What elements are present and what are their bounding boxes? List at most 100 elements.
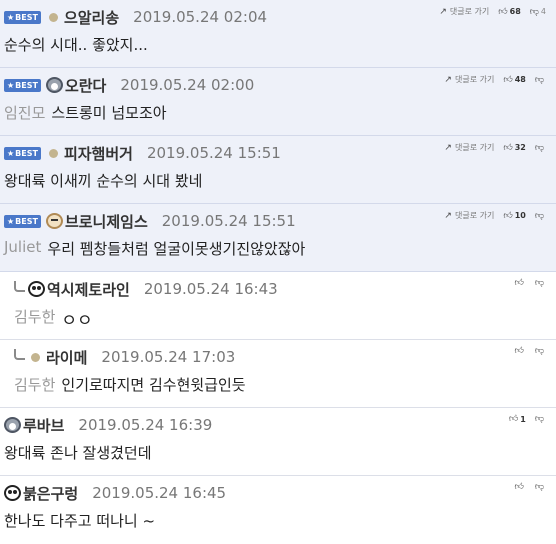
dislike-button[interactable]: 👎︎ (535, 482, 546, 492)
comment-nickname[interactable]: 으알리송 (64, 7, 119, 28)
best-badge: ★ BEST (4, 214, 41, 228)
dislike-button[interactable]: 👎︎ (535, 414, 546, 424)
comment-normal: 루바브 2019.05.24 16:39 왕대륙 존나 잘생겼던데 👍︎ 1 👎︎ (0, 408, 556, 476)
reply-arrow-icon: ↗ (444, 142, 452, 153)
comment-body: 순수의 시대.. 좋았지... (0, 34, 556, 68)
star-icon: ★ (7, 80, 15, 90)
thumbs-down-icon: 👎︎ (534, 74, 544, 85)
comment-reply: 역시제토라인 2019.05.24 16:43 김두한 ㅇㅇ 👍︎ 👎︎ (0, 272, 556, 340)
comment-nickname[interactable]: 라이메 (46, 347, 87, 368)
comment-body: 김두한 ㅇㅇ (0, 306, 556, 340)
comment-body: 임진모 스트롱미 넘모조아 (0, 102, 556, 136)
comment-tools: ↗ 댓글로 가기 👍︎ 68 👎︎ 4 (430, 6, 546, 17)
go-to-reply-link[interactable]: ↗ 댓글로 가기 (444, 210, 494, 221)
comment-tools: 👍︎ 👎︎ (505, 482, 546, 492)
go-to-reply-link[interactable]: ↗ 댓글로 가기 (444, 74, 494, 85)
dislike-button[interactable]: 👎︎ (535, 75, 546, 85)
dislike-count: 4 (540, 7, 546, 16)
comment-text: ㅇㅇ (61, 311, 93, 331)
comment-date: 2019.05.24 16:43 (143, 280, 278, 298)
like-button[interactable]: 👍︎ 32 (503, 143, 526, 153)
like-count: 32 (514, 143, 526, 152)
comment-mention[interactable]: 김두한 (14, 374, 55, 395)
go-to-reply-link[interactable]: ↗ 댓글로 가기 (439, 6, 489, 17)
thumbs-up-icon: 👍︎ (508, 414, 519, 424)
thumbs-down-icon: 👎︎ (534, 142, 544, 153)
comment-date: 2019.05.24 17:03 (101, 348, 236, 366)
reply-arrow-icon: ↗ (444, 74, 452, 85)
comment-meta: 역시제토라인 2019.05.24 16:43 (0, 272, 556, 306)
comment-text: 우리 펨창들처럼 얼굴이못생기진않았잖아 (47, 240, 306, 258)
comment-reply: 라이메 2019.05.24 17:03 김두한 인기로따지면 김수현윗급인듯 👍︎ 👎︎ (0, 340, 556, 408)
like-count: 48 (514, 75, 526, 84)
level-dot-icon (48, 12, 58, 22)
comment-nickname[interactable]: 브로니제임스 (65, 211, 148, 232)
like-button[interactable]: 👍︎ 68 (498, 7, 521, 17)
comment-date: 2019.05.24 02:00 (120, 76, 255, 94)
thumbs-down-icon: 👎︎ (534, 414, 544, 424)
comment-text: 왕대륙 이새끼 순수의 시대 봤네 (4, 172, 203, 190)
comment-meta: 붉은구렁 2019.05.24 16:45 (0, 476, 556, 510)
comment-nickname[interactable]: 역시제토라인 (47, 279, 130, 300)
best-badge: ★ BEST (4, 78, 41, 92)
like-button[interactable]: 👍︎ 10 (503, 211, 526, 221)
comment-nickname[interactable]: 붉은구렁 (23, 483, 78, 504)
like-button[interactable]: 👍︎ (514, 278, 525, 288)
level-dot-icon (31, 352, 40, 362)
reply-indent-arrow-icon (14, 280, 25, 292)
like-count: 68 (509, 7, 521, 16)
panda-avatar-icon (4, 485, 21, 501)
dislike-button[interactable]: 👎︎ 4 (530, 7, 546, 17)
comment-body: 김두한 인기로따지면 김수현윗급인듯 (0, 374, 556, 408)
like-button[interactable]: 👍︎ (514, 482, 525, 492)
comment-mention[interactable]: Juliet (4, 238, 41, 256)
go-to-reply-label: 댓글로 가기 (454, 211, 495, 220)
reply-arrow-icon: ↗ (439, 6, 447, 17)
thumbs-up-icon: 👍︎ (514, 346, 524, 356)
comment-nickname[interactable]: 오란다 (65, 75, 106, 96)
like-button[interactable]: 👍︎ (514, 346, 525, 356)
thumbs-up-icon: 👍︎ (503, 142, 513, 153)
like-button[interactable]: 👍︎ 48 (503, 75, 526, 85)
thumbs-up-icon: 👍︎ (514, 278, 524, 288)
reply-arrow-icon: ↗ (444, 210, 452, 221)
dislike-button[interactable]: 👎︎ (535, 211, 546, 221)
dislike-button[interactable]: 👎︎ (535, 278, 546, 288)
comment-date: 2019.05.24 16:45 (92, 484, 227, 502)
best-badge-label: BEST (15, 12, 38, 22)
comment-list: ★ BEST 으알리송 2019.05.24 02:04 순수의 시대.. 좋았지...… (0, 0, 556, 544)
comment-nickname[interactable]: 피자햄버거 (64, 143, 133, 164)
comment-nickname[interactable]: 루바브 (23, 415, 64, 436)
reply-indent-arrow-icon (14, 348, 25, 360)
comment-mention[interactable]: 김두한 (14, 306, 55, 327)
husky-avatar-icon (4, 417, 21, 433)
comment-date: 2019.05.24 15:51 (146, 144, 281, 162)
comment-tools: ↗ 댓글로 가기 👍︎ 10 👎︎ (435, 210, 546, 221)
thumbs-down-icon: 👎︎ (529, 6, 539, 17)
comment-meta: 라이메 2019.05.24 17:03 (0, 340, 556, 374)
comment-best: ★ BEST 피자햄버거 2019.05.24 15:51 왕대륙 이새끼 순수의 시대… (0, 136, 556, 204)
star-icon: ★ (7, 12, 15, 22)
panda-avatar-icon (28, 281, 45, 297)
comment-meta: 루바브 2019.05.24 16:39 (0, 408, 556, 442)
husky-avatar-icon (45, 77, 63, 93)
thumbs-down-icon: 👎︎ (534, 278, 544, 288)
comment-text: 왕대륙 존나 잘생겼던데 (4, 444, 152, 462)
comment-body: 왕대륙 존나 잘생겼던데 (0, 442, 556, 476)
comment-text: 한나도 다주고 떠나니 ~ (4, 512, 156, 530)
go-to-reply-label: 댓글로 가기 (454, 143, 495, 152)
best-badge-label: BEST (15, 80, 38, 90)
go-to-reply-label: 댓글로 가기 (449, 7, 490, 16)
dislike-button[interactable]: 👎︎ (535, 346, 546, 356)
like-count: 1 (520, 414, 526, 424)
star-icon: ★ (7, 148, 15, 158)
comment-tools: 👍︎ 👎︎ (505, 346, 546, 356)
comment-mention[interactable]: 임진모 (4, 102, 45, 123)
comment-tools: ↗ 댓글로 가기 👍︎ 48 👎︎ (435, 74, 546, 85)
comment-tools: 👍︎ 👎︎ (505, 278, 546, 288)
go-to-reply-link[interactable]: ↗ 댓글로 가기 (444, 142, 494, 153)
dislike-button[interactable]: 👎︎ (535, 143, 546, 153)
comment-best: ★ BEST 오란다 2019.05.24 02:00 임진모 스트롱미 넘모조아 ↗ 댓글로… (0, 68, 556, 136)
thumbs-up-icon: 👍︎ (498, 6, 508, 17)
like-button[interactable]: 👍︎ 1 (509, 414, 526, 424)
